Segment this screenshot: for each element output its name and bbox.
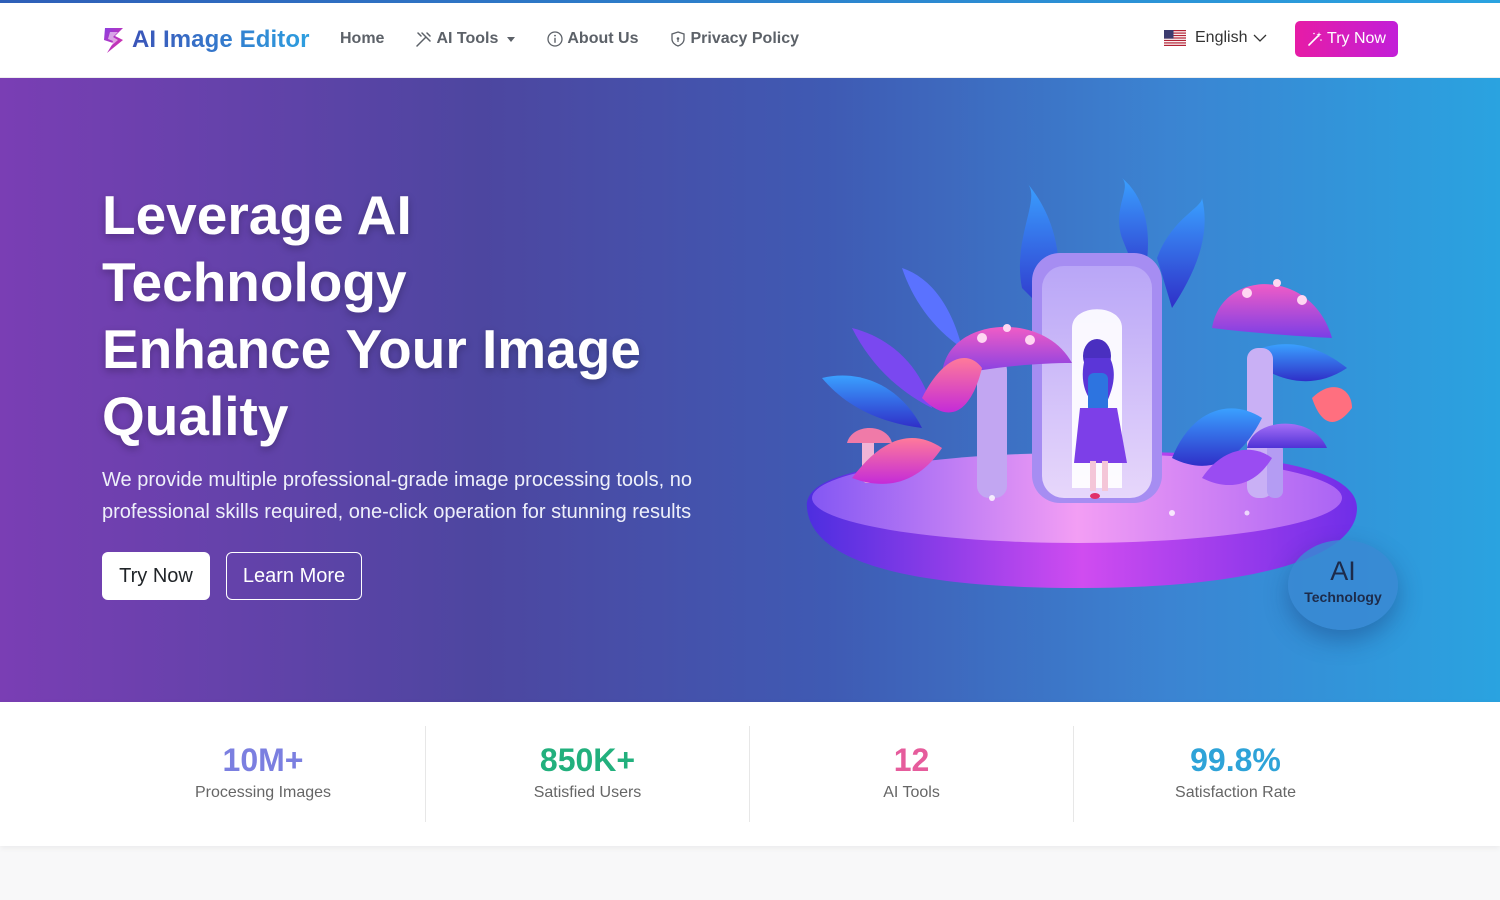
ai-badge-subtitle: Technology <box>1304 589 1382 605</box>
hero-subtitle: We provide multiple professional-grade i… <box>102 469 692 523</box>
nav-try-now-button[interactable]: Try Now <box>1295 21 1398 57</box>
info-circle-icon <box>547 31 564 47</box>
stat-value: 10M+ <box>222 742 304 778</box>
main-nav: Home AI Tools About Us Privacy Policy <box>340 29 831 49</box>
magic-wand-icon <box>1308 32 1322 46</box>
stat-label: AI Tools <box>883 784 940 801</box>
brand-name: AI Image Editor <box>132 26 310 53</box>
stat-label: Satisfied Users <box>533 784 642 801</box>
hero-title-line: Technology <box>102 251 407 313</box>
stat-processing-images: 10M+ Processing Images <box>101 726 425 822</box>
ai-badge-title: AI <box>1330 556 1356 586</box>
nav-item-ai-tools[interactable]: AI Tools <box>416 30 516 48</box>
stat-value: 12 <box>893 742 930 778</box>
hero-title-line: Leverage AI <box>102 184 412 246</box>
navbar: AI Image Editor Home AI Tools About Us P… <box>0 3 1500 78</box>
language-label: English <box>1195 29 1248 46</box>
stat-label: Satisfaction Rate <box>1175 784 1296 801</box>
hero-illustration-mushroom-portal <box>806 178 1357 588</box>
brand-logo-link[interactable]: AI Image Editor <box>101 25 310 55</box>
hero-section: Leverage AI Technology Enhance Your Imag… <box>0 78 1500 702</box>
nav-item-home[interactable]: Home <box>340 30 384 48</box>
tools-icon <box>416 32 432 47</box>
nav-item-privacy-policy[interactable]: Privacy Policy <box>670 30 799 48</box>
stat-label: Processing Images <box>194 784 332 801</box>
nav-item-label: Home <box>340 30 385 47</box>
caret-down-icon <box>507 37 516 42</box>
hero-title-line: Quality <box>102 385 289 447</box>
chevron-down-icon <box>1254 34 1267 42</box>
stat-value: 99.8% <box>1190 742 1281 778</box>
stats-section: 10M+ Processing Images 850K+ Satisfied U… <box>0 702 1500 846</box>
nav-item-label: Privacy Policy <box>690 30 799 47</box>
lightning-s-logo-icon <box>104 28 123 53</box>
hero-title-line: Enhance Your Image <box>102 318 641 380</box>
nav-item-about-us[interactable]: About Us <box>547 30 638 48</box>
hero-learn-more-button[interactable]: Learn More <box>226 552 362 600</box>
us-flag-icon <box>1164 30 1186 46</box>
hero-try-now-button[interactable]: Try Now <box>102 552 210 600</box>
hero-title: Leverage AI Technology Enhance Your Imag… <box>102 182 742 450</box>
ai-technology-badge: AI Technology <box>1288 540 1398 630</box>
stat-satisfaction-rate: 99.8% Satisfaction Rate <box>1073 726 1397 822</box>
stat-ai-tools: 12 AI Tools <box>749 726 1073 822</box>
shield-icon <box>671 31 686 47</box>
stat-satisfied-users: 850K+ Satisfied Users <box>425 726 749 822</box>
language-selector[interactable]: English <box>1164 29 1267 47</box>
nav-item-label: AI Tools <box>436 30 499 47</box>
nav-try-now-label: Try Now <box>1327 30 1386 47</box>
nav-item-label: About Us <box>567 30 639 47</box>
stat-value: 850K+ <box>539 742 636 778</box>
